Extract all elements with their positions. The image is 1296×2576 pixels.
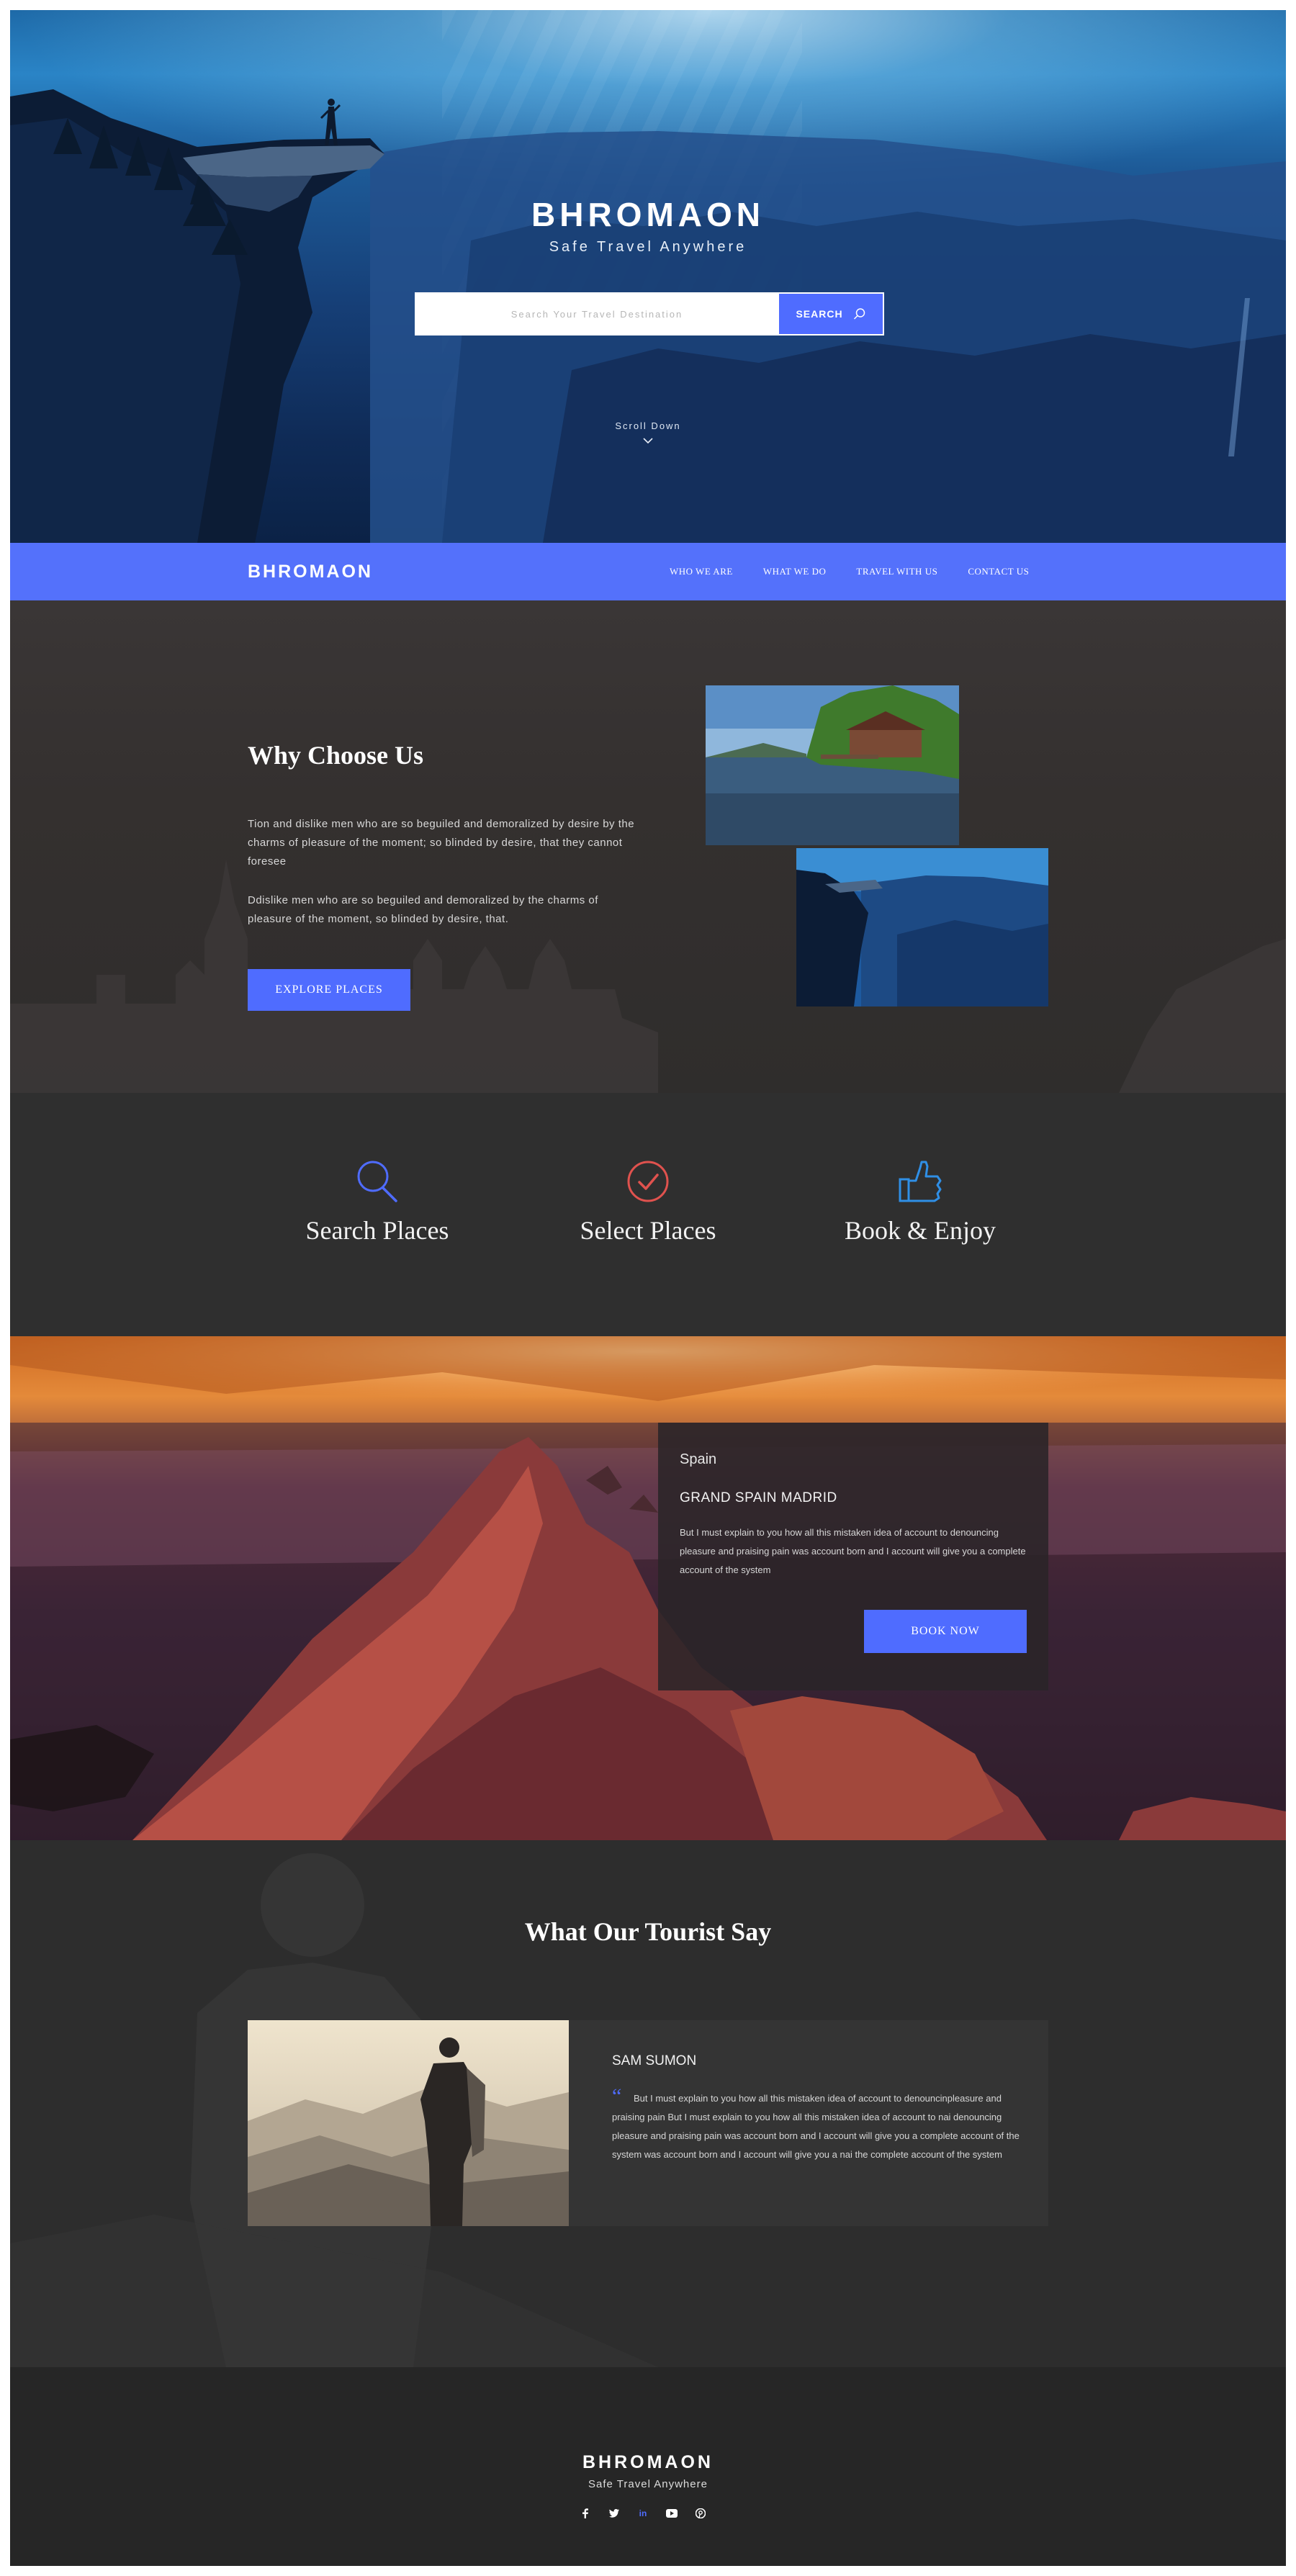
sunset-cliff-image [10, 1336, 1286, 1840]
feature-label: Select Places [580, 1216, 716, 1245]
youtube-icon[interactable] [665, 2507, 678, 2520]
nav-link-who-we-are[interactable]: WHO WE ARE [670, 566, 733, 577]
search-bar: SEARCH [415, 292, 884, 335]
testimonial-text: But I must explain to you how all this m… [612, 2093, 1020, 2160]
nav-links: WHO WE ARE WHAT WE DO TRAVEL WITH US CON… [670, 543, 1029, 600]
nav-link-travel-with-us[interactable]: TRAVEL WITH US [856, 566, 937, 577]
features-section: Search Places Select Places Book & Enjoy [10, 1093, 1286, 1336]
hero-tagline: Safe Travel Anywhere [549, 239, 747, 255]
linkedin-icon[interactable]: in [636, 2507, 649, 2520]
why-choose-us-section: Why Choose Us Tion and dislike men who a… [10, 600, 1286, 1093]
twitter-icon[interactable] [608, 2507, 621, 2520]
feature-label: Search Places [305, 1216, 449, 1245]
social-links: in [579, 2507, 707, 2520]
destination-country: Spain [680, 1451, 717, 1467]
search-icon [853, 308, 865, 320]
why-title: Why Choose Us [248, 741, 424, 770]
testimonial-section: What Our Tourist Say SAM SUMON “ But I m… [10, 1840, 1286, 2367]
feature-select-places: Select Places [518, 1159, 778, 1246]
nav-logo[interactable]: BHROMAON [248, 562, 373, 582]
feature-label: Book & Enjoy [844, 1216, 996, 1245]
lake-boathouse-image [706, 685, 959, 845]
feature-book-enjoy: Book & Enjoy [791, 1159, 1050, 1246]
search-button-label: SEARCH [796, 308, 843, 320]
destination-name: GRAND SPAIN MADRID [680, 1490, 837, 1505]
why-paragraph-1: Tion and dislike men who are so beguiled… [248, 818, 635, 868]
pinterest-icon[interactable] [694, 2507, 707, 2520]
footer-tagline: Safe Travel Anywhere [588, 2478, 708, 2490]
footer: BHROMAON Safe Travel Anywhere in [10, 2367, 1286, 2566]
testimonial-title: What Our Tourist Say [524, 1917, 772, 1946]
nav-link-what-we-do[interactable]: WHAT WE DO [763, 566, 827, 577]
footer-logo[interactable]: BHROMAON [10, 2452, 1286, 2473]
facebook-icon[interactable] [579, 2507, 592, 2520]
search-button[interactable]: SEARCH [778, 294, 883, 334]
page-frame: BHROMAON Safe Travel Anywhere SEARCH Scr… [10, 10, 1286, 2566]
castle-silhouette [10, 860, 1286, 1093]
feature-search-places: Search Places [248, 1159, 507, 1246]
why-paragraph-2: Ddislike men who are so beguiled and dem… [248, 894, 598, 925]
book-now-button[interactable]: BOOK NOW [864, 1610, 1027, 1653]
tourist-photo [248, 2020, 569, 2226]
destination-section: Spain GRAND SPAIN MADRID But I must expl… [10, 1336, 1286, 1840]
mountain-valley-image [796, 848, 1048, 1006]
hero-landscape [10, 89, 1286, 543]
check-circle-icon [627, 1161, 669, 1202]
destination-card: Spain GRAND SPAIN MADRID But I must expl… [658, 1423, 1048, 1690]
search-input[interactable] [416, 294, 778, 334]
thumbs-up-icon [899, 1161, 942, 1202]
nav-link-contact-us[interactable]: CONTACT US [968, 566, 1029, 577]
destination-description: But I must explain to you how all this m… [680, 1527, 1026, 1575]
hero-brand: BHROMAON [531, 196, 765, 233]
scroll-down-label[interactable]: Scroll Down [10, 420, 1286, 431]
search-icon [357, 1161, 397, 1202]
testimonial-card: SAM SUMON “ But I must explain to you ho… [248, 2020, 1048, 2226]
hero-section: BHROMAON Safe Travel Anywhere SEARCH Scr… [10, 10, 1286, 543]
explore-places-button[interactable]: EXPLORE PLACES [248, 969, 410, 1011]
tourist-name: SAM SUMON [612, 2053, 697, 2068]
main-nav: BHROMAON WHO WE ARE WHAT WE DO TRAVEL WI… [10, 543, 1286, 600]
chevron-down-icon[interactable] [642, 436, 654, 445]
